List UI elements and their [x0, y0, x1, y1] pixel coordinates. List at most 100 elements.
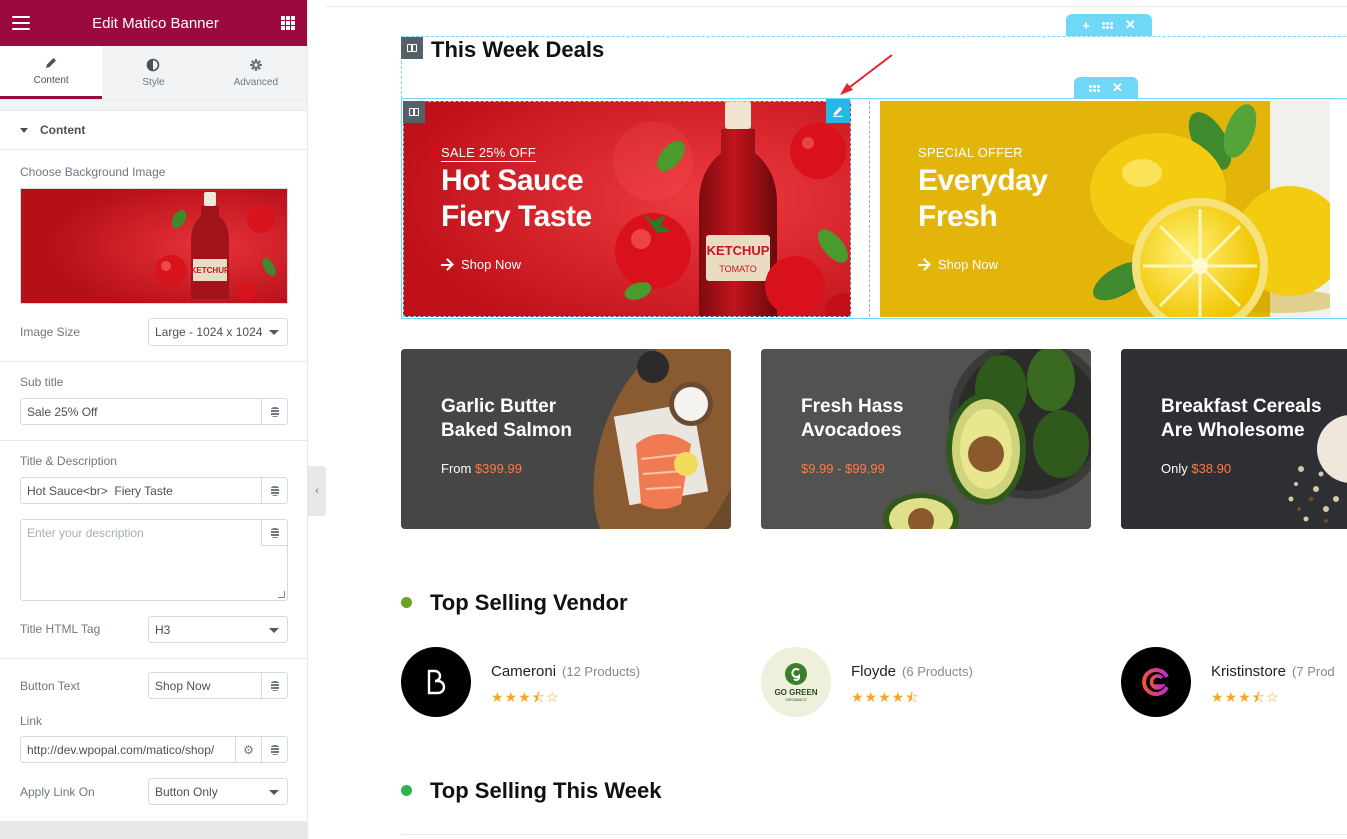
sidebar-header: Edit Matico Banner	[0, 0, 307, 46]
drag-icon[interactable]	[1089, 84, 1101, 92]
tab-content-label: Content	[33, 75, 69, 86]
image-size-label: Image Size	[20, 325, 81, 339]
vendor-name-text: Floyde	[851, 663, 897, 680]
database-icon	[270, 485, 279, 496]
vendor-item[interactable]: Kristinstore (7 Prod ★★★⯪☆	[1121, 647, 1347, 717]
chevron-down-icon	[269, 330, 279, 335]
content-section-toggle[interactable]: Content	[0, 110, 307, 150]
banner-everyday-fresh[interactable]: SPECIAL OFFER Everyday Fresh Shop Now	[880, 101, 1330, 317]
columns-icon[interactable]	[401, 37, 423, 59]
chevron-down-icon	[269, 627, 279, 633]
card-title-line: Breakfast Cereals	[1161, 396, 1322, 417]
edit-widget-button[interactable]	[826, 99, 850, 123]
cameroni-logo	[427, 669, 446, 695]
gear-icon	[249, 58, 262, 71]
banner-subtitle: SPECIAL OFFER	[918, 145, 1023, 160]
collapse-panel-button[interactable]: ‹	[308, 466, 326, 516]
database-icon	[270, 680, 279, 691]
divider	[0, 658, 308, 659]
button-text-input[interactable]: Shop Now	[148, 672, 288, 699]
apply-link-select[interactable]: Button Only	[148, 778, 288, 805]
title-desc-label: Title & Description	[20, 454, 117, 468]
link-options-button[interactable]: ⚙	[235, 737, 261, 762]
shop-now-label: Shop Now	[938, 257, 998, 272]
vendor-count: (12 Products)	[562, 664, 641, 679]
tab-style-label: Style	[142, 76, 165, 88]
price-amount: $399.99	[474, 461, 522, 476]
card-price: $9.99 - $99.99	[801, 461, 885, 476]
week-section-title: Top Selling This Week	[430, 778, 662, 803]
gear-icon: ⚙	[243, 742, 254, 757]
subtitle-value: Sale 25% Off	[27, 404, 98, 419]
grid-icon[interactable]	[280, 16, 295, 30]
dynamic-tags-button[interactable]	[261, 520, 287, 546]
vendor-name-text: Cameroni	[491, 663, 557, 680]
card-title-line: Baked Salmon	[441, 420, 572, 441]
card-title-line: Garlic Butter	[441, 396, 557, 417]
promo-card-cereals[interactable]: Breakfast Cereals Are Wholesome Only $38…	[1121, 349, 1347, 529]
price-amount: $38.90	[1191, 461, 1232, 476]
close-icon[interactable]: ✕	[1112, 80, 1123, 96]
card-title: Fresh Hass Avocadoes	[801, 395, 1001, 443]
columns-icon[interactable]	[403, 101, 425, 123]
tab-advanced[interactable]: Advanced	[204, 46, 307, 99]
promo-card-salmon[interactable]: Garlic Butter Baked Salmon From $399.99	[401, 349, 731, 529]
tab-style[interactable]: Style	[102, 46, 205, 99]
inner-section-controls: ✕	[1074, 77, 1138, 99]
image-size-value: Large - 1024 x 1024	[155, 325, 263, 339]
vendor-logo	[1121, 647, 1191, 717]
shop-now-button[interactable]: Shop Now	[918, 257, 998, 272]
vendor-item[interactable]: Cameroni (12 Products) ★★★⯪☆	[401, 647, 731, 717]
subtitle-input[interactable]: Sale 25% Off	[20, 398, 288, 425]
vendor-name: Kristinstore (7 Prod	[1211, 663, 1335, 680]
subtitle-label: Sub title	[20, 375, 64, 389]
apply-link-value: Button Only	[155, 784, 218, 799]
title-value: Hot Sauce<br> Fiery Taste	[27, 483, 173, 498]
apply-link-label: Apply Link On	[20, 785, 95, 799]
resize-handle[interactable]	[277, 591, 286, 598]
card-title: Garlic Butter Baked Salmon	[441, 395, 641, 443]
button-text-label: Button Text	[20, 679, 80, 693]
tab-content[interactable]: Content	[0, 46, 103, 99]
vendor-count: (6 Products)	[902, 664, 973, 679]
annotation-arrow	[840, 54, 893, 95]
divider	[326, 6, 1347, 7]
title-tag-select[interactable]: H3	[148, 616, 288, 643]
sidebar-footer	[0, 821, 308, 839]
divider	[0, 361, 308, 362]
vendor-item[interactable]: GO GREEN ORGANICS Floyde (6 Products) ★★★…	[761, 647, 1091, 717]
vendor-name-text: Kristinstore	[1211, 663, 1287, 680]
logo-text: GO GREEN	[774, 688, 818, 697]
divider	[0, 440, 308, 441]
database-icon	[270, 406, 279, 417]
leaf-logo-icon	[785, 663, 807, 685]
card-title-line: Are Wholesome	[1161, 420, 1305, 441]
drag-icon[interactable]	[1101, 21, 1113, 29]
editor-sidebar: Edit Matico Banner Content Style Advance…	[0, 0, 308, 839]
tab-advanced-label: Advanced	[233, 76, 279, 88]
promo-card-avocado[interactable]: Fresh Hass Avocadoes $9.99 - $99.99	[761, 349, 1091, 529]
banner-title-line: Fresh	[918, 200, 998, 233]
vendor-logo: GO GREEN ORGANICS	[761, 647, 831, 717]
dynamic-tags-button[interactable]	[261, 673, 287, 698]
vendor-count: (7 Prod	[1292, 664, 1335, 679]
card-title: Breakfast Cereals Are Wholesome	[1161, 395, 1347, 443]
section-bullet	[401, 597, 412, 608]
dynamic-tags-button[interactable]	[261, 478, 287, 503]
bg-image-picker[interactable]: KETCHUP	[20, 188, 288, 304]
dynamic-tags-button[interactable]	[261, 399, 287, 424]
vendor-logo	[401, 647, 471, 717]
price-prefix: Only	[1161, 461, 1192, 476]
contrast-icon	[147, 58, 160, 71]
sidebar-tabs: Content Style Advanced	[0, 46, 307, 100]
hamburger-icon[interactable]	[12, 16, 30, 30]
caret-down-icon	[20, 127, 28, 133]
vendor-rating: ★★★⯪☆	[1211, 689, 1280, 705]
description-textarea[interactable]: Enter your description	[20, 519, 288, 601]
link-input[interactable]: http://dev.wpopal.com/matico/shop/ ⚙	[20, 736, 288, 763]
image-size-select[interactable]: Large - 1024 x 1024	[148, 318, 288, 346]
dynamic-tags-button[interactable]	[261, 737, 287, 762]
plus-icon[interactable]: +	[1082, 18, 1090, 33]
title-input[interactable]: Hot Sauce<br> Fiery Taste	[20, 477, 288, 504]
close-icon[interactable]: ✕	[1125, 17, 1136, 33]
